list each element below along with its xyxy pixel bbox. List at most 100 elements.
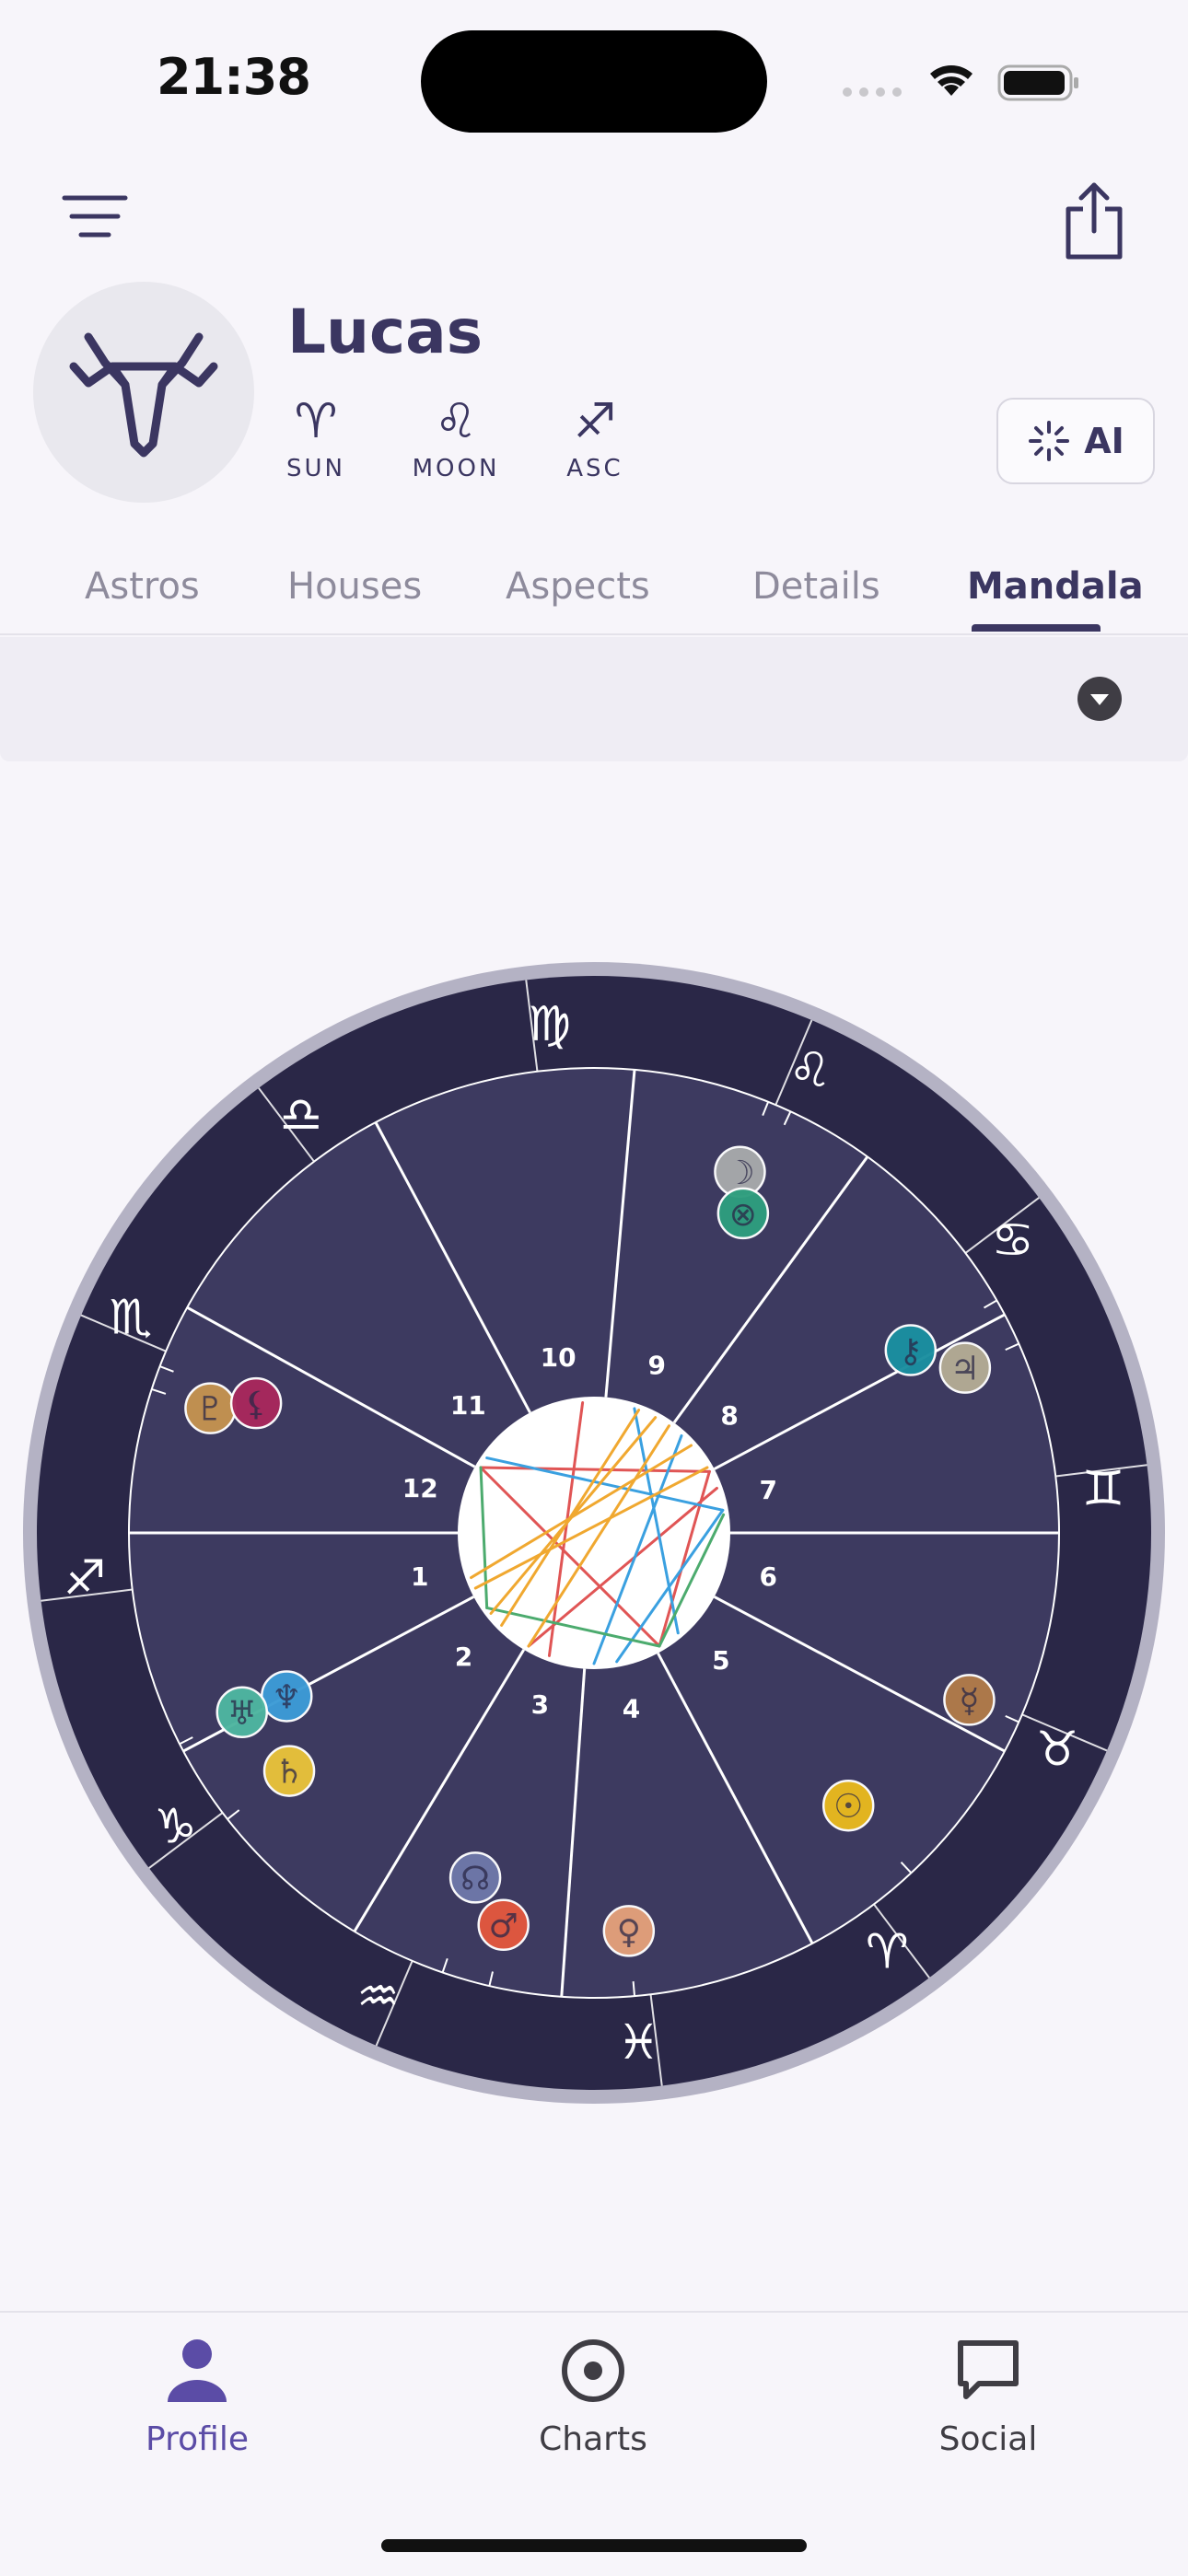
- house-number: 1: [411, 1561, 428, 1592]
- house-number: 4: [623, 1694, 640, 1724]
- north-node-planet-marker: ☊: [448, 1851, 502, 1904]
- profile-name: Lucas: [287, 296, 483, 367]
- venus-planet-marker: ♀: [602, 1905, 656, 1957]
- target-icon: [562, 2339, 624, 2402]
- share-button[interactable]: [1057, 180, 1131, 262]
- lilith-planet-glyph: ⚸: [244, 1386, 268, 1423]
- tab-houses[interactable]: Houses: [287, 565, 422, 608]
- uranus-planet-glyph: ♅: [227, 1695, 257, 1733]
- zodiac-sign-glyph: ♌: [788, 1043, 832, 1098]
- tab-divider: [0, 633, 1188, 635]
- uranus-planet-marker: ♅: [215, 1686, 269, 1739]
- sparkle-icon: [1029, 421, 1070, 461]
- house-number: 9: [648, 1350, 666, 1380]
- ascendant-sign: ♐ ASC: [540, 394, 650, 482]
- sun-sign: ♈ SUN: [261, 394, 371, 482]
- tab-aspects[interactable]: Aspects: [506, 565, 650, 608]
- zodiac-sign-glyph: ♓: [617, 2015, 660, 2071]
- sun-planet-glyph: ☉: [833, 1788, 863, 1826]
- zodiac-sign-glyph: ♏: [110, 1290, 153, 1345]
- north-node-planet-glyph: ☊: [460, 1860, 490, 1897]
- part-of-fortune-planet-marker: ⊗: [716, 1187, 770, 1240]
- dynamic-island: [421, 30, 767, 133]
- tab-astros[interactable]: Astros: [85, 565, 200, 608]
- jupiter-planet-glyph: ♃: [950, 1351, 980, 1388]
- zodiac-sign-glyph: ♎: [279, 1087, 322, 1143]
- saturn-planet-glyph: ♄: [274, 1754, 304, 1792]
- zodiac-sign-glyph: ♊: [1082, 1462, 1125, 1517]
- ascendant-sign-glyph: ♐: [573, 394, 617, 449]
- moon-sign-glyph: ♌: [434, 394, 478, 449]
- mars-planet-marker: ♂: [477, 1898, 530, 1952]
- zodiac-sign-glyph: ♐: [64, 1550, 107, 1606]
- signal-icon: [843, 87, 902, 97]
- house-number: 7: [759, 1475, 776, 1505]
- person-icon: [168, 2339, 227, 2402]
- moon-planet-glyph: ☽: [725, 1155, 754, 1192]
- venus-planet-glyph: ♀: [617, 1913, 641, 1951]
- house-number: 12: [402, 1473, 438, 1503]
- mars-planet-glyph: ♂: [489, 1908, 518, 1945]
- lilith-planet-marker: ⚸: [229, 1376, 283, 1430]
- sun-planet-marker: ☉: [821, 1779, 875, 1832]
- nav-charts[interactable]: Charts: [483, 2334, 704, 2458]
- ascendant-sign-label: ASC: [566, 455, 623, 482]
- home-indicator: [381, 2539, 807, 2552]
- mercury-planet-marker: ☿: [943, 1674, 996, 1726]
- chat-bubble-icon: [958, 2340, 1019, 2399]
- mandala-wheel: ♈♉♊♋♌♍♎♏♐♑♒♓123 456789101112☽⊗⚷ ♃☿☉♀♂☊♄♆♅♇…: [23, 962, 1165, 2104]
- aspect-center: [458, 1397, 730, 1669]
- zodiac-sign-glyph: ♒: [356, 1969, 400, 2025]
- zodiac-sign-glyph: ♋: [991, 1213, 1034, 1269]
- zodiac-sign-glyph: ♉: [1036, 1723, 1079, 1778]
- venus-planet-tick: [632, 1981, 636, 1997]
- part-of-fortune-planet-glyph: ⊗: [729, 1196, 757, 1234]
- wifi-icon: [930, 65, 973, 96]
- sun-sign-label: SUN: [286, 455, 345, 482]
- neptune-planet-glyph: ♆: [272, 1678, 301, 1716]
- status-time: 21:38: [157, 48, 311, 106]
- tab-mandala[interactable]: Mandala: [967, 565, 1144, 608]
- avatar[interactable]: [33, 282, 254, 503]
- house-number: 8: [720, 1400, 738, 1431]
- jupiter-planet-marker: ♃: [938, 1341, 992, 1394]
- house-number: 2: [455, 1642, 472, 1672]
- saturn-planet-marker: ♄: [262, 1745, 316, 1797]
- tab-bar: Astros Houses Aspects Details Mandala: [0, 552, 1188, 635]
- ai-button-label: AI: [1084, 421, 1124, 461]
- nav-profile[interactable]: Profile: [87, 2334, 308, 2458]
- nav-charts-label: Charts: [539, 2420, 647, 2458]
- status-icons: [838, 57, 1087, 107]
- house-number: 6: [759, 1561, 776, 1592]
- zodiac-sign-glyph: ♑: [154, 1799, 197, 1854]
- ai-button[interactable]: AI: [996, 398, 1155, 484]
- zodiac-sign-glyph: ♍: [528, 997, 571, 1052]
- active-tab-indicator: [972, 624, 1101, 632]
- nav-social[interactable]: Social: [878, 2334, 1099, 2458]
- house-number: 10: [541, 1342, 577, 1373]
- house-number: 11: [450, 1390, 486, 1421]
- mandala-chart[interactable]: ♈ ♉ ♊ ♋ ♌ ♍ ♎ ♏ ♐ ♑ ♒ ♓ 1 2 3 4 5 6 7 8 9 10 11 12 ☽ ⊗ ⚷ ♃ ☿ ☉ ♀ ♂ ☊ ♄ ♆ ♅ ♇…: [18, 957, 1170, 2108]
- nav-profile-label: Profile: [146, 2420, 249, 2458]
- menu-button[interactable]: [61, 189, 131, 244]
- moon-sign-label: MOON: [412, 455, 500, 482]
- chiron-planet-marker: ⚷: [884, 1324, 938, 1376]
- house-number: 3: [531, 1689, 549, 1720]
- mercury-planet-glyph: ☿: [959, 1682, 979, 1720]
- caret-down-icon: [1090, 694, 1109, 705]
- zodiac-sign-glyph: ♈: [866, 1925, 909, 1980]
- chiron-planet-glyph: ⚷: [899, 1333, 923, 1371]
- sun-sign-glyph: ♈: [294, 394, 338, 449]
- filter-bar: [0, 637, 1188, 761]
- filter-dropdown-button[interactable]: [1077, 677, 1122, 721]
- pluto-planet-glyph: ♇: [195, 1391, 225, 1429]
- pluto-planet-marker: ♇: [184, 1382, 237, 1434]
- nav-social-label: Social: [938, 2420, 1038, 2458]
- battery-icon: [997, 64, 1078, 101]
- moon-sign: ♌ MOON: [401, 394, 511, 482]
- house-number: 5: [712, 1645, 729, 1676]
- neptune-planet-marker: ♆: [260, 1670, 313, 1723]
- taurus-head-icon: [69, 332, 218, 458]
- share-icon: [1066, 182, 1123, 260]
- tab-details[interactable]: Details: [752, 565, 880, 608]
